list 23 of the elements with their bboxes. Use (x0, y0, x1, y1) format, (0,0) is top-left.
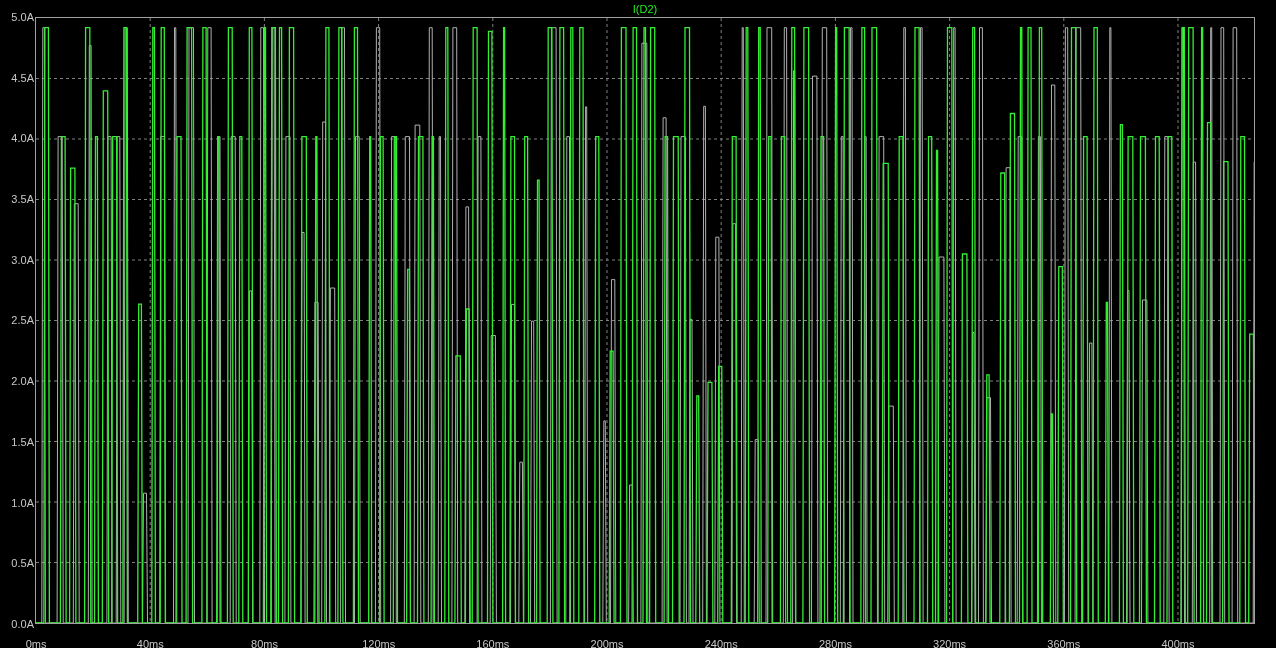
y-axis-label: 2.0A (11, 375, 35, 388)
plot-title: I(D2) (632, 2, 658, 15)
y-axis-label: 1.5A (11, 435, 35, 448)
y-axis-label: 0.0A (11, 617, 35, 630)
y-axis-label: 3.0A (11, 253, 35, 266)
x-axis-label: 400ms (1160, 638, 1196, 648)
x-axis-label: 0ms (24, 638, 48, 648)
x-axis-label: 80ms (250, 638, 279, 648)
x-axis-label: 120ms (361, 638, 397, 648)
y-axis-label: 5.0A (11, 11, 35, 23)
y-axis-label: 2.5A (11, 314, 35, 327)
y-axis-label: 3.5A (11, 193, 35, 206)
x-axis-label: 240ms (703, 638, 739, 648)
y-axis-label: 0.5A (11, 557, 35, 570)
x-axis-label: 360ms (1046, 638, 1082, 648)
x-axis-label: 40ms (135, 638, 165, 648)
x-axis-label: 160ms (475, 638, 511, 648)
y-axis-label: 4.0A (11, 132, 35, 145)
x-axis-label: 320ms (932, 638, 968, 648)
y-axis-label: 4.5A (11, 71, 35, 84)
x-axis-label: 280ms (817, 638, 853, 648)
x-axis-label: 200ms (589, 638, 625, 648)
y-axis-label: 1.0A (11, 496, 35, 509)
